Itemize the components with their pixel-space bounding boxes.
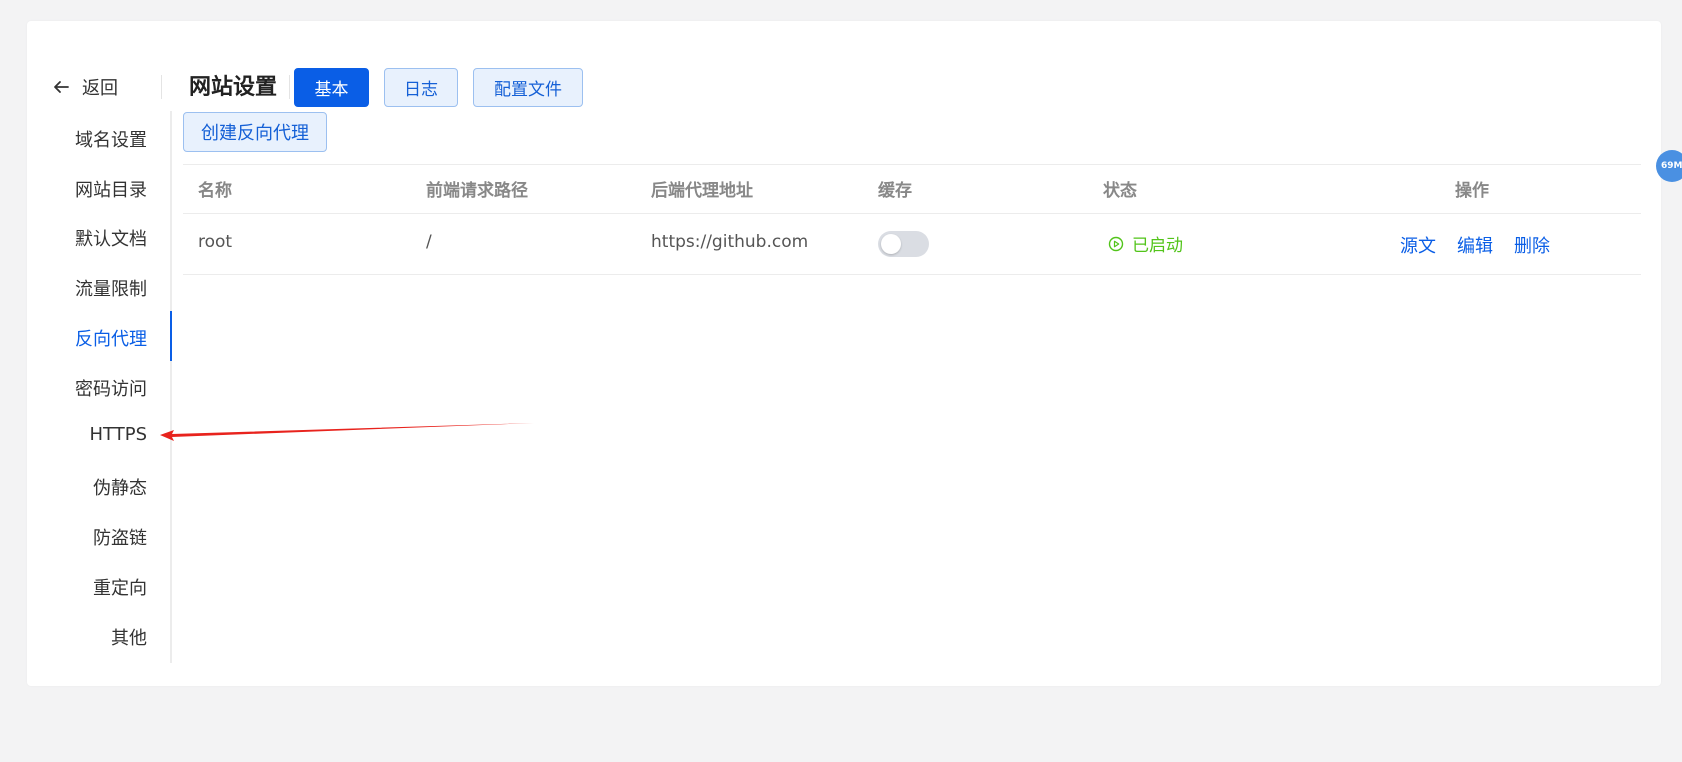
sidebar-item-redirect[interactable]: 重定向 <box>93 574 147 600</box>
settings-card: 返回 网站设置 基本 日志 配置文件 域名设置 网站目录 默认文档 流量限制 反… <box>27 21 1661 686</box>
column-header-status: 状态 <box>1103 181 1137 201</box>
column-header-actions: 操作 <box>1455 181 1489 201</box>
header: 返回 网站设置 基本 日志 配置文件 <box>27 21 1661 111</box>
status-badge: 已启动 <box>1108 231 1183 256</box>
edit-button[interactable]: 编辑 <box>1457 232 1493 258</box>
source-button[interactable]: 源文 <box>1400 232 1436 258</box>
cell-name: root <box>198 232 233 252</box>
divider <box>289 75 290 99</box>
sidebar-item-other[interactable]: 其他 <box>111 624 147 650</box>
sidebar-item-domain[interactable]: 域名设置 <box>75 126 147 152</box>
delete-button[interactable]: 删除 <box>1514 232 1550 258</box>
create-reverse-proxy-button[interactable]: 创建反向代理 <box>183 112 327 152</box>
cache-toggle[interactable] <box>878 231 929 257</box>
table-row-divider <box>183 274 1641 275</box>
sidebar-active-indicator <box>170 311 172 361</box>
sidebar-item-hotlink[interactable]: 防盗链 <box>93 524 147 550</box>
column-header-cache: 缓存 <box>878 181 912 201</box>
memory-badge[interactable]: 69M <box>1656 150 1682 182</box>
tab-config-file[interactable]: 配置文件 <box>473 68 583 107</box>
tab-basic[interactable]: 基本 <box>294 68 369 107</box>
sidebar-item-https[interactable]: HTTPS <box>90 424 148 445</box>
tab-log[interactable]: 日志 <box>384 68 458 107</box>
sidebar-divider <box>170 111 172 663</box>
toggle-knob <box>881 234 901 254</box>
sidebar-item-site-directory[interactable]: 网站目录 <box>75 176 147 202</box>
column-header-backend-address: 后端代理地址 <box>651 181 753 201</box>
sidebar-item-rewrite[interactable]: 伪静态 <box>93 474 147 500</box>
page-title: 网站设置 <box>189 75 278 100</box>
column-header-frontend-path: 前端请求路径 <box>426 181 528 201</box>
sidebar-item-traffic-limit[interactable]: 流量限制 <box>75 275 147 301</box>
table-border <box>183 164 1641 165</box>
table-header-divider <box>183 213 1641 214</box>
divider <box>161 75 162 99</box>
column-header-name: 名称 <box>198 181 232 201</box>
arrow-left-icon <box>52 78 70 96</box>
cell-path: / <box>426 232 432 252</box>
sidebar-item-password-access[interactable]: 密码访问 <box>75 375 147 401</box>
play-circle-icon <box>1108 236 1124 252</box>
sidebar-item-reverse-proxy[interactable]: 反向代理 <box>75 325 147 351</box>
sidebar-item-default-document[interactable]: 默认文档 <box>75 225 147 251</box>
cell-backend: https://github.com <box>651 232 809 252</box>
status-label: 已启动 <box>1132 236 1183 256</box>
back-button[interactable]: 返回 <box>52 67 118 107</box>
back-label: 返回 <box>82 78 118 99</box>
